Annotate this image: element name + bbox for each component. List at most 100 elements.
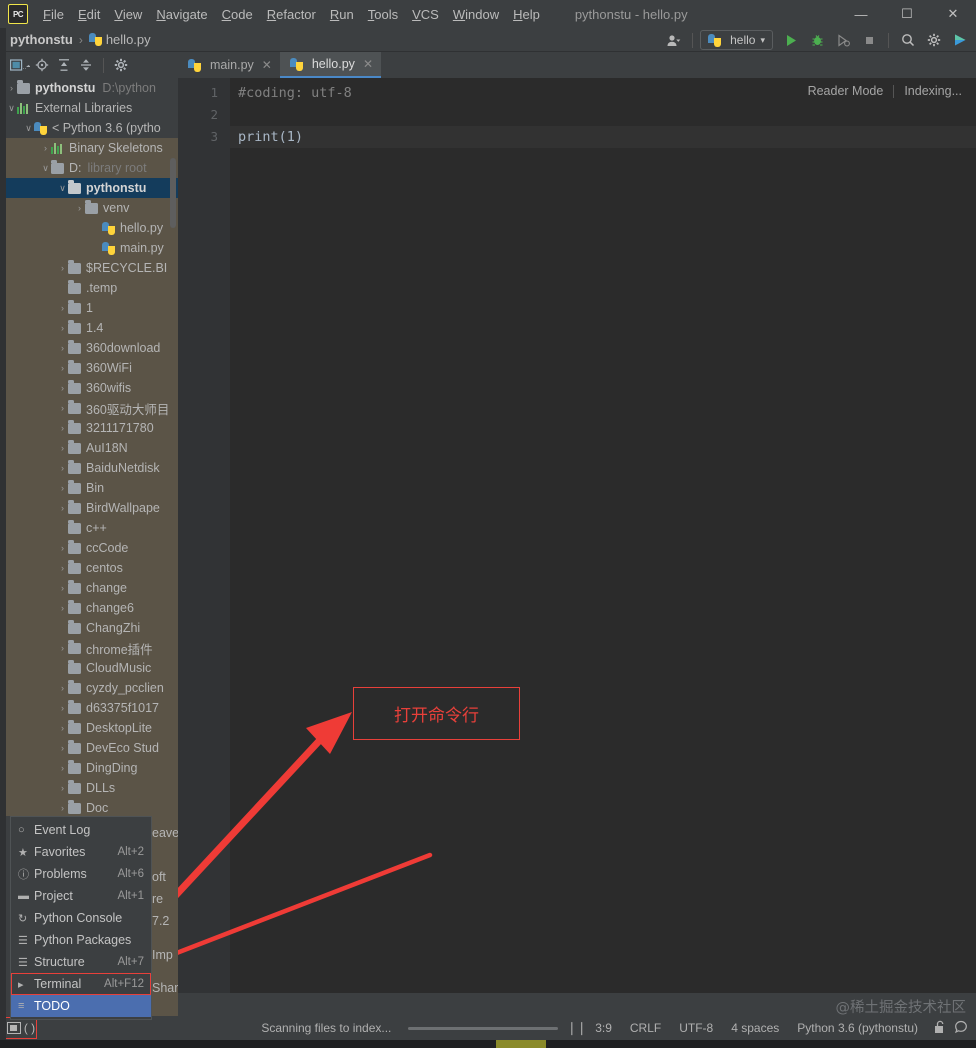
tree-item[interactable]: ∨ < Python 3.6 (pytho [0, 118, 178, 138]
chevron-icon[interactable]: › [57, 718, 68, 738]
tree-item[interactable]: › 360download [0, 338, 178, 358]
search-icon[interactable] [896, 29, 920, 51]
menu-help[interactable]: Help [506, 4, 547, 25]
popup-menu-item[interactable]: ⓘ Problems Alt+6 [11, 863, 151, 885]
tree-item[interactable]: › 360WiFi [0, 358, 178, 378]
chevron-icon[interactable]: › [57, 538, 68, 558]
close-button[interactable]: ✕ [930, 0, 976, 28]
run-with-coverage-button[interactable] [831, 29, 855, 51]
menu-view[interactable]: View [107, 4, 149, 25]
gear-icon[interactable] [922, 29, 946, 51]
indent-setting[interactable]: 4 spaces [731, 1021, 779, 1035]
menu-refactor[interactable]: Refactor [260, 4, 323, 25]
chevron-icon[interactable]: › [57, 438, 68, 458]
code-line[interactable] [230, 104, 976, 126]
tree-item[interactable]: › Doc [0, 798, 178, 816]
minimize-button[interactable]: — [838, 0, 884, 28]
chevron-icon[interactable]: › [40, 138, 51, 158]
gear-icon[interactable] [111, 55, 131, 75]
pause-indexing-icon[interactable]: ❘❘ [566, 1020, 587, 1036]
chevron-icon[interactable]: › [57, 778, 68, 798]
menu-vcs[interactable]: VCS [405, 4, 446, 25]
menu-code[interactable]: Code [215, 4, 260, 25]
chevron-icon[interactable]: › [57, 358, 68, 378]
chevron-icon[interactable]: ∨ [23, 118, 34, 138]
popup-menu-item[interactable]: ↻ Python Console [11, 907, 151, 929]
popup-menu-item[interactable]: ▸ Terminal Alt+F12 [11, 973, 151, 995]
tree-item[interactable]: › ccCode [0, 538, 178, 558]
menu-bar[interactable]: File Edit View Navigate Code Refactor Run Tools… [36, 4, 547, 25]
collapse-all-icon[interactable] [76, 55, 96, 75]
tree-item[interactable]: › change [0, 578, 178, 598]
chevron-icon[interactable]: › [6, 78, 17, 98]
user-icon[interactable] [661, 29, 685, 51]
chevron-icon[interactable]: › [57, 678, 68, 698]
tree-item[interactable]: › venv [0, 198, 178, 218]
maximize-button[interactable]: ☐ [884, 0, 930, 28]
chevron-icon[interactable]: ∨ [40, 158, 51, 178]
tree-item[interactable]: › 360驱动大师目 [0, 398, 178, 418]
tree-item[interactable]: › BaiduNetdisk [0, 458, 178, 478]
tree-item[interactable]: › DLLs [0, 778, 178, 798]
tree-item[interactable]: › cyzdy_pcclien [0, 678, 178, 698]
updates-icon[interactable] [948, 29, 972, 51]
project-tree[interactable]: › pythonstu D:\python ∨ External Libraries ∨ <… [0, 78, 178, 816]
popup-menu-item[interactable]: ☰ Structure Alt+7 [11, 951, 151, 973]
file-encoding[interactable]: UTF-8 [679, 1021, 713, 1035]
code-line[interactable]: print(1) [230, 126, 976, 148]
tool-window-popup-menu[interactable]: ○ Event Log ★ Favorites Alt+2 ⓘ Problems Alt+6 ▬… [10, 816, 152, 1020]
chevron-icon[interactable]: › [57, 558, 68, 578]
tree-rows[interactable]: › pythonstu D:\python ∨ External Libraries ∨ <… [0, 78, 178, 816]
popup-menu-item[interactable]: ☰ Python Packages [11, 929, 151, 951]
tree-item[interactable]: › $RECYCLE.BI [0, 258, 178, 278]
tree-item[interactable]: › pythonstu D:\python [0, 78, 178, 98]
popup-menu-item[interactable]: ▬ Project Alt+1 [11, 885, 151, 907]
tree-item[interactable]: › chrome插件 [0, 638, 178, 658]
chevron-icon[interactable]: › [57, 638, 68, 658]
chevron-icon[interactable]: › [57, 378, 68, 398]
menu-run[interactable]: Run [323, 4, 361, 25]
tree-item[interactable]: › AuI18N [0, 438, 178, 458]
menu-window[interactable]: Window [446, 4, 506, 25]
run-configuration-selector[interactable]: hello ▾ [700, 30, 773, 50]
chevron-icon[interactable]: › [57, 798, 68, 816]
tree-item[interactable]: main.py [0, 238, 178, 258]
chevron-icon[interactable]: › [57, 418, 68, 438]
select-opened-file-icon[interactable]: .. [10, 55, 30, 75]
chevron-icon[interactable]: › [57, 698, 68, 718]
run-button[interactable] [779, 29, 803, 51]
chevron-icon[interactable]: › [57, 578, 68, 598]
tree-item[interactable]: › DingDing [0, 758, 178, 778]
chevron-icon[interactable]: › [57, 318, 68, 338]
popup-menu-item[interactable]: ○ Event Log [11, 819, 151, 841]
stop-button[interactable] [857, 29, 881, 51]
chevron-icon[interactable]: ∨ [57, 178, 68, 198]
locate-icon[interactable] [32, 55, 52, 75]
close-icon[interactable]: ✕ [363, 57, 373, 71]
chevron-icon[interactable]: ∨ [6, 98, 17, 118]
menu-navigate[interactable]: Navigate [149, 4, 214, 25]
tree-item[interactable]: c++ [0, 518, 178, 538]
tree-item[interactable]: › centos [0, 558, 178, 578]
event-log-icon[interactable] [954, 1020, 968, 1037]
editor-tab-bar[interactable]: main.py ✕ hello.py ✕ [178, 52, 976, 78]
menu-edit[interactable]: Edit [71, 4, 107, 25]
chevron-icon[interactable]: › [57, 598, 68, 618]
tree-item[interactable]: hello.py [0, 218, 178, 238]
tree-item[interactable]: ∨ pythonstu [0, 178, 178, 198]
tree-item[interactable]: › d63375f1017 [0, 698, 178, 718]
tree-scrollbar[interactable] [170, 158, 176, 228]
chevron-icon[interactable]: › [57, 498, 68, 518]
tree-item[interactable]: ∨ D: library root [0, 158, 178, 178]
editor-tab[interactable]: main.py ✕ [178, 52, 280, 78]
chevron-icon[interactable]: › [57, 338, 68, 358]
layout-toggle-icon[interactable]: ( ) [5, 1017, 37, 1039]
chevron-icon[interactable]: › [57, 758, 68, 778]
breadcrumb-file[interactable]: hello.py [88, 32, 151, 47]
close-icon[interactable]: ✕ [262, 58, 272, 72]
chevron-icon[interactable]: › [74, 198, 85, 218]
reader-mode-button[interactable]: Reader Mode [808, 84, 884, 98]
tree-item[interactable]: .temp [0, 278, 178, 298]
expand-all-icon[interactable] [54, 55, 74, 75]
tree-item[interactable]: CloudMusic [0, 658, 178, 678]
